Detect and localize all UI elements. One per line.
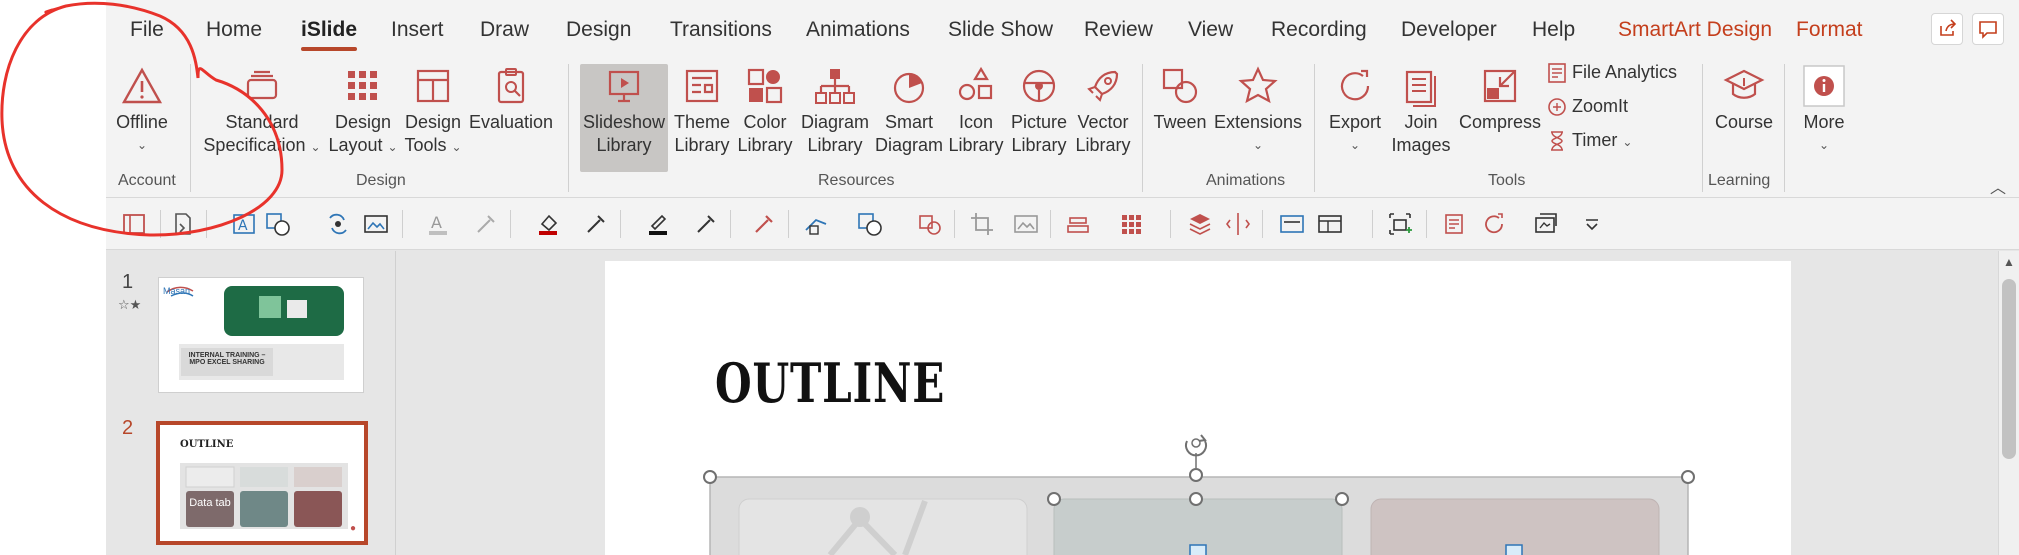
red-circle-annotation	[0, 1, 284, 237]
powerpoint-window: File Home iSlide Insert Draw Design Tran…	[0, 0, 2019, 555]
